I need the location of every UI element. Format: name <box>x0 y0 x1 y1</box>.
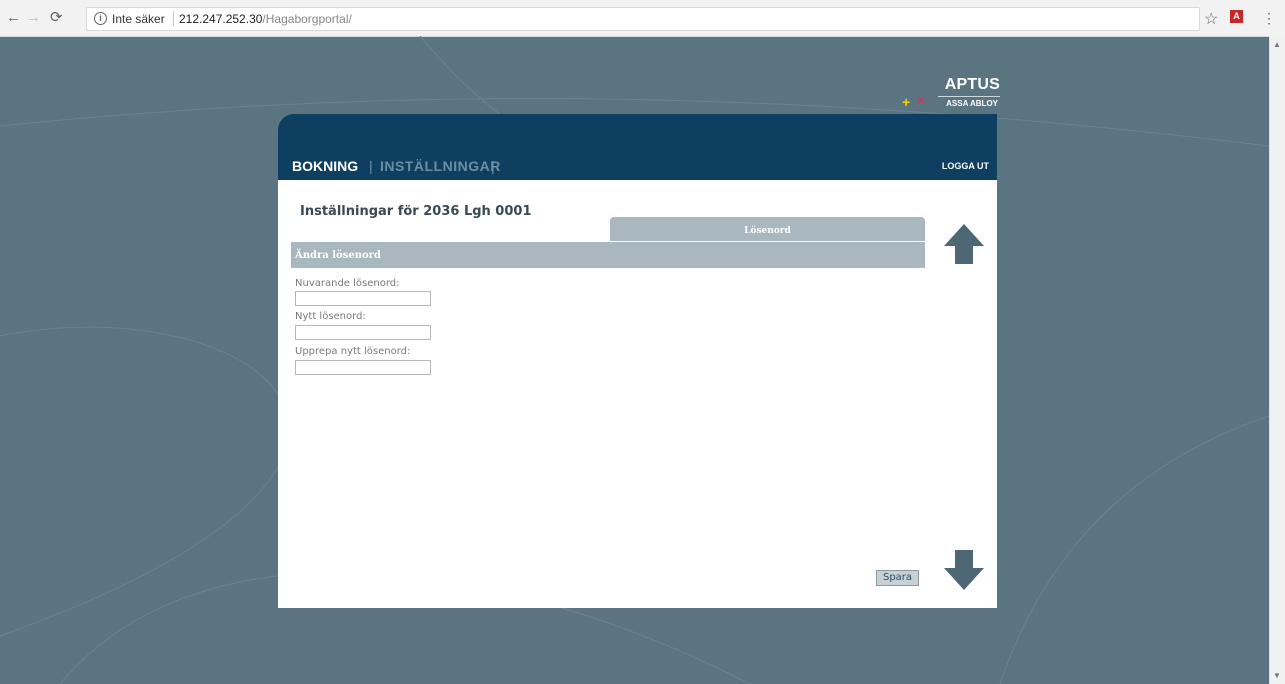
settings-panel: Inställningar för 2036 Lgh 0001 Lösenord… <box>278 180 997 608</box>
scroll-up-icon[interactable]: ▲ <box>1273 40 1281 49</box>
tab-installningar[interactable]: INSTÄLLNINGAR <box>380 158 501 174</box>
pdf-extension-icon[interactable]: A <box>1230 10 1243 23</box>
back-icon[interactable]: ← <box>6 10 21 26</box>
nav-separator: | <box>491 158 495 174</box>
arrow-up-icon[interactable] <box>942 222 986 266</box>
logo-cross-icon: + <box>902 94 911 110</box>
reload-icon[interactable]: ⟳ <box>50 10 63 26</box>
save-button[interactable]: Spara <box>876 570 919 586</box>
scroll-down-icon[interactable]: ▼ <box>1273 671 1281 680</box>
url-text[interactable]: 212.247.252.30/Hagaborgportal/ <box>179 12 352 26</box>
forward-icon[interactable]: → <box>26 10 41 26</box>
address-bar[interactable]: i Inte säker 212.247.252.30/Hagaborgport… <box>86 7 1200 31</box>
section-header: Ändra lösenord <box>291 242 925 268</box>
url-host: 212.247.252.30 <box>179 12 263 26</box>
current-password-input[interactable] <box>295 291 431 306</box>
tab-bokning[interactable]: BOKNING <box>292 158 358 174</box>
section-title: Ändra lösenord <box>295 250 381 261</box>
aptus-logo: APTUS + ✕ ASSA ABLOY <box>902 76 1000 116</box>
page-title: Inställningar för 2036 Lgh 0001 <box>300 204 532 219</box>
new-password-input[interactable] <box>295 325 431 340</box>
logo-sub: ASSA ABLOY <box>946 99 998 108</box>
page-scrollbar[interactable]: ▲ ▼ <box>1269 36 1285 684</box>
bookmark-star-icon[interactable]: ☆ <box>1204 9 1218 29</box>
logo-x-icon: ✕ <box>916 94 927 108</box>
omnibox-separator <box>173 11 174 26</box>
repeat-password-label: Upprepa nytt lösenord: <box>295 346 411 357</box>
logo-brand: APTUS <box>944 76 1000 93</box>
info-icon[interactable]: i <box>94 12 107 25</box>
logo-divider <box>938 96 1000 97</box>
arrow-down-icon[interactable] <box>942 548 986 592</box>
insecure-label[interactable]: Inte säker <box>112 12 165 26</box>
repeat-password-input[interactable] <box>295 360 431 375</box>
url-path: /Hagaborgportal/ <box>262 12 352 26</box>
browser-toolbar: ← → ⟳ i Inte säker 212.247.252.30/Hagabo… <box>0 0 1285 37</box>
menu-icon[interactable]: ⋮ <box>1262 10 1276 27</box>
tab-losenord[interactable]: Lösenord <box>610 217 925 241</box>
tab-losenord-label: Lösenord <box>744 226 791 236</box>
current-password-label: Nuvarande lösenord: <box>295 278 400 289</box>
new-password-label: Nytt lösenord: <box>295 311 366 322</box>
header-bar: BOKNING | INSTÄLLNINGAR | LOGGA UT <box>278 114 997 180</box>
logout-link[interactable]: LOGGA UT <box>942 161 989 171</box>
nav-separator: | <box>369 158 373 174</box>
